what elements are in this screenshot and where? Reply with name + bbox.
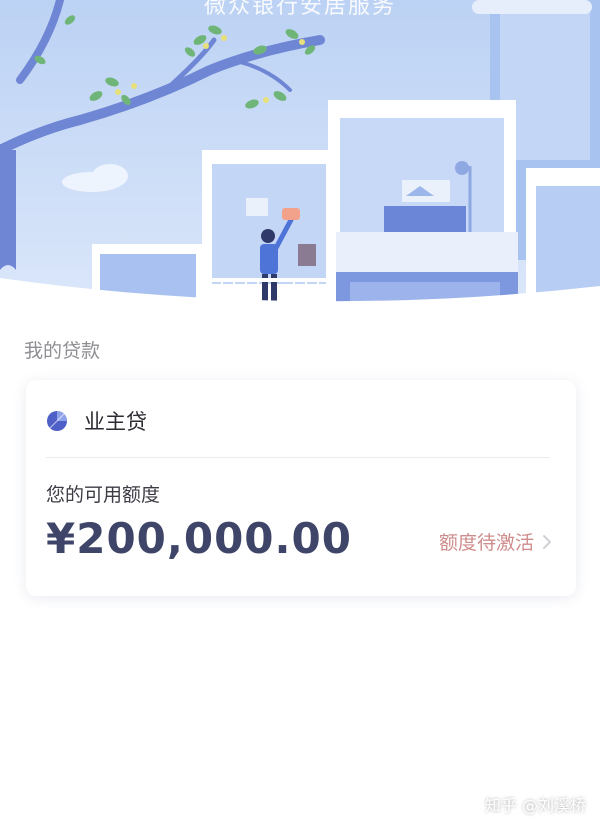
watermark: 知乎 @刘溪桥 <box>484 796 586 815</box>
activate-credit-label: 额度待激活 <box>438 532 534 554</box>
credit-label: 您的可用额度 <box>46 484 161 506</box>
hero-caption: 微众银行安居服务 <box>203 0 396 19</box>
product-dot-icon <box>46 410 68 432</box>
chevron-right-icon <box>543 534 551 549</box>
section-title-my-loans: 我的贷款 <box>24 340 101 362</box>
product-name: 业主贷 <box>84 410 147 434</box>
loan-card[interactable]: 业主贷 您的可用额度 ¥200,000.00 额度待激活 <box>26 380 576 596</box>
product-row: 业主贷 <box>46 406 147 436</box>
activate-credit-link[interactable]: 额度待激活 <box>439 528 552 555</box>
credit-amount: ¥200,000.00 <box>46 514 352 563</box>
hero-illustration <box>0 0 600 310</box>
card-divider <box>46 457 550 458</box>
hero-banner: 微众银行安居服务 <box>0 0 600 310</box>
